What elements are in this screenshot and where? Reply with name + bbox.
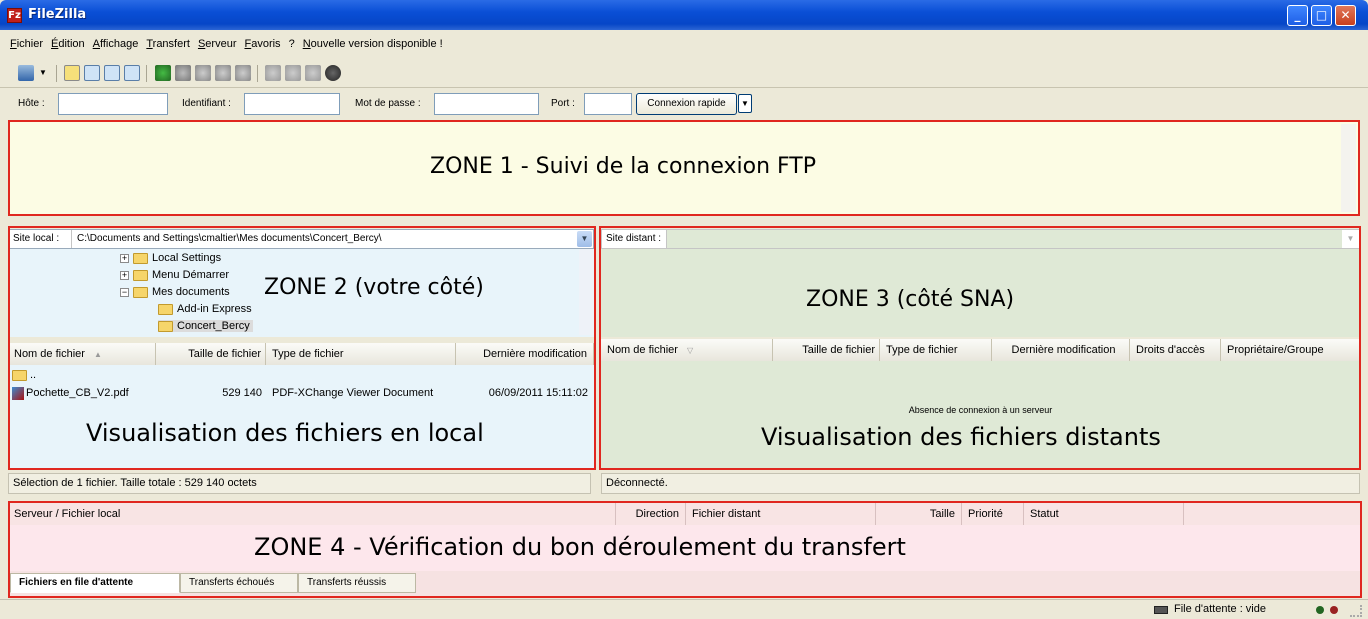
host-label: Hôte : <box>18 98 45 109</box>
quickconnect-button[interactable]: Connexion rapide <box>636 93 737 115</box>
port-input[interactable] <box>584 93 632 115</box>
filezilla-logo-icon: Fz <box>7 8 22 23</box>
remote-tree-icon[interactable] <box>104 65 120 81</box>
queue-icon[interactable] <box>124 65 140 81</box>
zone2-highlight-box <box>8 226 596 470</box>
process-queue-icon[interactable] <box>175 65 191 81</box>
reconnect-icon[interactable] <box>235 65 251 81</box>
toolbar: ▼ <box>0 58 1368 88</box>
menu-transfert[interactable]: Transfert <box>146 38 190 54</box>
message-log-scrollbar[interactable] <box>1341 124 1356 212</box>
maximize-button[interactable]: □ <box>1311 5 1332 26</box>
toolbar-separator <box>257 65 258 82</box>
zone3-highlight-box <box>599 226 1361 470</box>
directory-compare-icon[interactable] <box>265 65 281 81</box>
local-tree-icon[interactable] <box>84 65 100 81</box>
menu-new-version[interactable]: Nouvelle version disponible ! <box>303 38 443 54</box>
password-label: Mot de passe : <box>355 98 421 109</box>
host-input[interactable] <box>58 93 168 115</box>
menu-fichier[interactable]: Fichier <box>10 38 43 54</box>
menu-serveur[interactable]: Serveur <box>198 38 237 54</box>
menu-affichage[interactable]: Affichage <box>93 38 139 54</box>
quickconnect-history-dropdown[interactable]: ▼ <box>738 94 752 113</box>
local-status: Sélection de 1 fichier. Taille totale : … <box>8 473 591 494</box>
filter-icon[interactable] <box>285 65 301 81</box>
title-bar: Fz FileZilla _ □ ✕ <box>0 0 1368 30</box>
message-log-zone: ZONE 1 - Suivi de la connexion FTP <box>8 120 1360 216</box>
queue-icon <box>1154 606 1168 614</box>
site-manager-icon[interactable] <box>18 65 34 81</box>
toolbar-separator <box>146 65 147 82</box>
close-button[interactable]: ✕ <box>1335 5 1356 26</box>
cancel-icon[interactable] <box>195 65 211 81</box>
quickconnect-bar: Hôte : Identifiant : Mot de passe : Port… <box>0 90 1368 118</box>
menu-help[interactable]: ? <box>289 38 295 54</box>
queue-status-text: File d'attente : vide <box>1174 603 1266 615</box>
search-icon[interactable] <box>325 65 341 81</box>
message-log-icon[interactable] <box>64 65 80 81</box>
port-label: Port : <box>551 98 575 109</box>
window-title: FileZilla <box>28 7 87 22</box>
toolbar-separator <box>56 65 57 82</box>
menu-edition[interactable]: Édition <box>51 38 85 54</box>
menu-favoris[interactable]: Favoris <box>244 38 280 54</box>
minimize-button[interactable]: _ <box>1287 5 1308 26</box>
sync-browse-icon[interactable] <box>305 65 321 81</box>
send-indicator-icon <box>1316 606 1324 614</box>
receive-indicator-icon <box>1330 606 1338 614</box>
refresh-icon[interactable] <box>155 65 171 81</box>
menu-bar: Fichier Édition Affichage Transfert Serv… <box>0 38 1368 54</box>
remote-status: Déconnecté. <box>601 473 1360 494</box>
zone1-label: ZONE 1 - Suivi de la connexion FTP <box>430 154 816 179</box>
status-bar: File d'attente : vide <box>0 599 1368 619</box>
user-label: Identifiant : <box>182 98 231 109</box>
password-input[interactable] <box>434 93 539 115</box>
zone4-highlight-box <box>8 501 1362 598</box>
disconnect-icon[interactable] <box>215 65 231 81</box>
resize-grip-icon[interactable] <box>1350 605 1362 617</box>
username-input[interactable] <box>244 93 340 115</box>
dropdown-icon[interactable]: ▼ <box>38 65 48 81</box>
